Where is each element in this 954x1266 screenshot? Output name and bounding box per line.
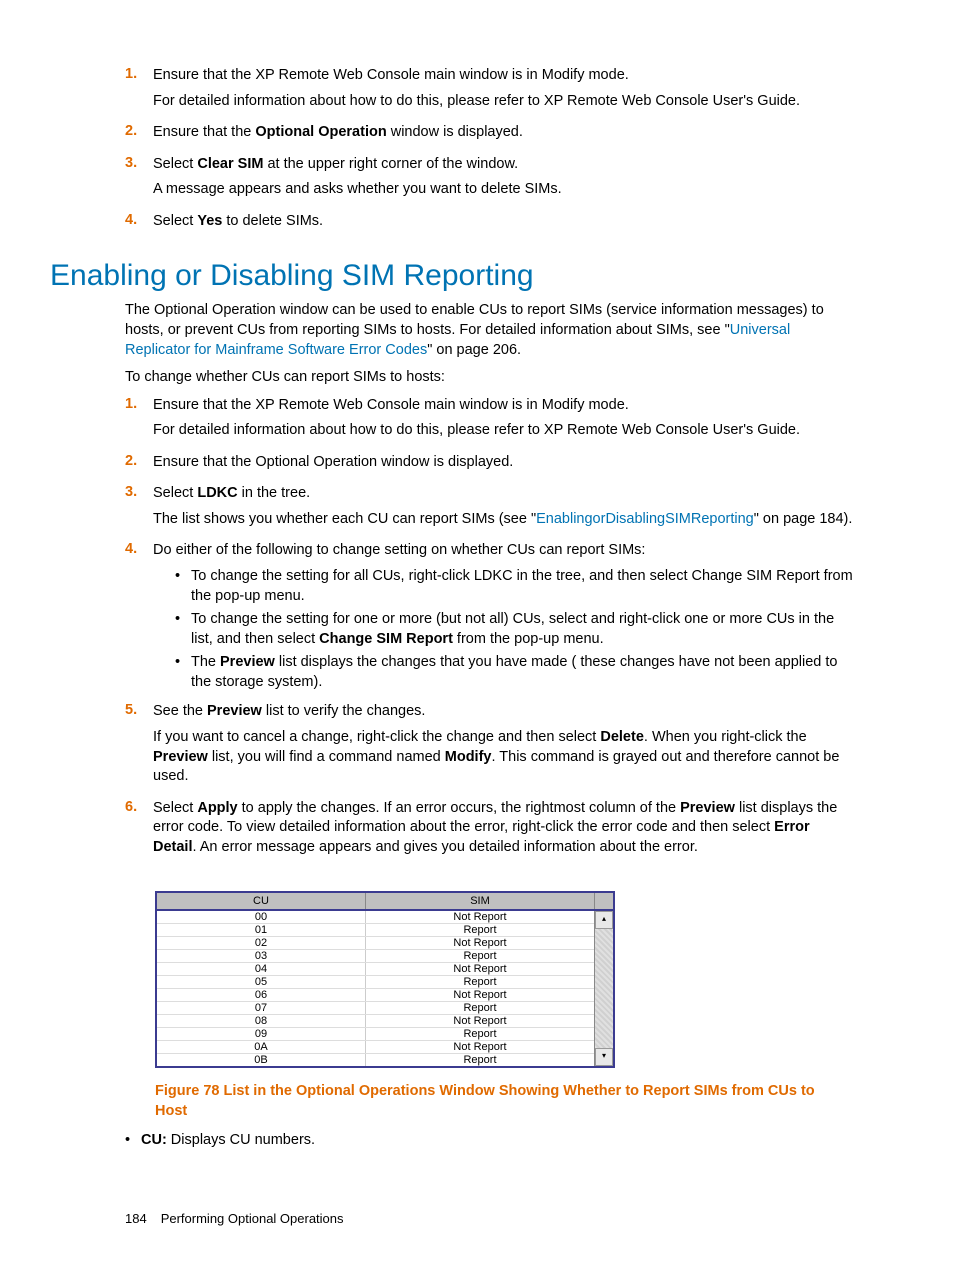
list-marker-5: 5.: [125, 702, 153, 792]
cell-cu: 07: [157, 1002, 366, 1014]
paragraph: The Optional Operation window can be use…: [125, 301, 854, 360]
step-text: For detailed information about how to do…: [153, 421, 854, 441]
cell-cu: 02: [157, 937, 366, 949]
table-row[interactable]: 01Report: [157, 924, 594, 937]
step-text: Select Yes to delete SIMs.: [153, 212, 854, 232]
paragraph: To change whether CUs can report SIMs to…: [125, 368, 854, 388]
cell-cu: 09: [157, 1028, 366, 1040]
list-marker-2: 2.: [125, 123, 153, 149]
step-text: Do either of the following to change set…: [153, 541, 854, 561]
step-text: Select LDKC in the tree.: [153, 484, 854, 504]
cell-sim: Not Report: [366, 937, 594, 949]
cell-sim: Report: [366, 1054, 594, 1066]
step-text: Select Apply to apply the changes. If an…: [153, 799, 854, 858]
cell-sim: Not Report: [366, 963, 594, 975]
column-header-cu[interactable]: CU: [157, 893, 366, 909]
step-text: Ensure that the XP Remote Web Console ma…: [153, 396, 854, 416]
cell-sim: Not Report: [366, 989, 594, 1001]
cell-sim: Not Report: [366, 1015, 594, 1027]
bullet-item: To change the setting for one or more (b…: [175, 610, 854, 649]
list-marker-1: 1.: [125, 396, 153, 447]
list-marker-4: 4.: [125, 212, 153, 238]
cell-sim: Not Report: [366, 911, 594, 923]
section-heading: Enabling or Disabling SIM Reporting: [50, 259, 854, 293]
scrollbar[interactable]: ▴ ▾: [594, 911, 613, 1066]
table-row[interactable]: 0BReport: [157, 1054, 594, 1067]
table-row[interactable]: 04Not Report: [157, 963, 594, 976]
step-text: A message appears and asks whether you w…: [153, 180, 854, 200]
table-row[interactable]: 0CNot Report: [157, 1067, 594, 1068]
cell-sim: Not Report: [366, 1041, 594, 1053]
cell-sim: Report: [366, 950, 594, 962]
cell-cu: 0A: [157, 1041, 366, 1053]
cell-sim: Report: [366, 1002, 594, 1014]
step-text: See the Preview list to verify the chang…: [153, 702, 854, 722]
step-text: If you want to cancel a change, right-cl…: [153, 728, 854, 787]
chapter-title: Performing Optional Operations: [161, 1211, 344, 1226]
list-marker-6: 6.: [125, 799, 153, 864]
table-row[interactable]: 07Report: [157, 1002, 594, 1015]
table-row[interactable]: 09Report: [157, 1028, 594, 1041]
table-row[interactable]: 00Not Report: [157, 911, 594, 924]
cell-cu: 0C: [157, 1067, 366, 1068]
cell-cu: 08: [157, 1015, 366, 1027]
cell-cu: 01: [157, 924, 366, 936]
table-row[interactable]: 08Not Report: [157, 1015, 594, 1028]
step-text: Select Clear SIM at the upper right corn…: [153, 155, 854, 175]
page-number: 184: [125, 1211, 147, 1226]
step-text: The list shows you whether each CU can r…: [153, 510, 854, 530]
cell-cu: 06: [157, 989, 366, 1001]
column-header-sim[interactable]: SIM: [366, 893, 595, 909]
figure-caption: Figure 78 List in the Optional Operation…: [155, 1082, 824, 1121]
list-marker-1: 1.: [125, 66, 153, 117]
bullet-item: The Preview list displays the changes th…: [175, 653, 854, 692]
cell-sim: Not Report: [366, 1067, 594, 1068]
table-row[interactable]: 02Not Report: [157, 937, 594, 950]
cell-sim: Report: [366, 976, 594, 988]
step-text: Ensure that the Optional Operation windo…: [153, 453, 854, 473]
list-marker-2: 2.: [125, 453, 153, 479]
table-row[interactable]: 0ANot Report: [157, 1041, 594, 1054]
list-marker-3: 3.: [125, 484, 153, 535]
step-text: Ensure that the XP Remote Web Console ma…: [153, 66, 854, 86]
cell-sim: Report: [366, 1028, 594, 1040]
scroll-up-icon[interactable]: ▴: [595, 911, 613, 929]
step-text: Ensure that the Optional Operation windo…: [153, 123, 854, 143]
figure-screenshot: CU SIM 00Not Report01Report02Not Report0…: [155, 891, 615, 1068]
cell-cu: 03: [157, 950, 366, 962]
cell-cu: 0B: [157, 1054, 366, 1066]
list-marker-3: 3.: [125, 155, 153, 206]
step-text: For detailed information about how to do…: [153, 92, 854, 112]
table-row[interactable]: 06Not Report: [157, 989, 594, 1002]
scroll-down-icon[interactable]: ▾: [595, 1048, 613, 1066]
cell-sim: Report: [366, 924, 594, 936]
cell-cu: 05: [157, 976, 366, 988]
cross-ref-link[interactable]: EnablingorDisablingSIMReporting: [536, 511, 754, 527]
list-marker-4: 4.: [125, 541, 153, 696]
table-row[interactable]: 05Report: [157, 976, 594, 989]
cell-cu: 00: [157, 911, 366, 923]
bullet-item: To change the setting for all CUs, right…: [175, 567, 854, 606]
table-row[interactable]: 03Report: [157, 950, 594, 963]
definition-item: CU: Displays CU numbers.: [125, 1131, 854, 1151]
cell-cu: 04: [157, 963, 366, 975]
